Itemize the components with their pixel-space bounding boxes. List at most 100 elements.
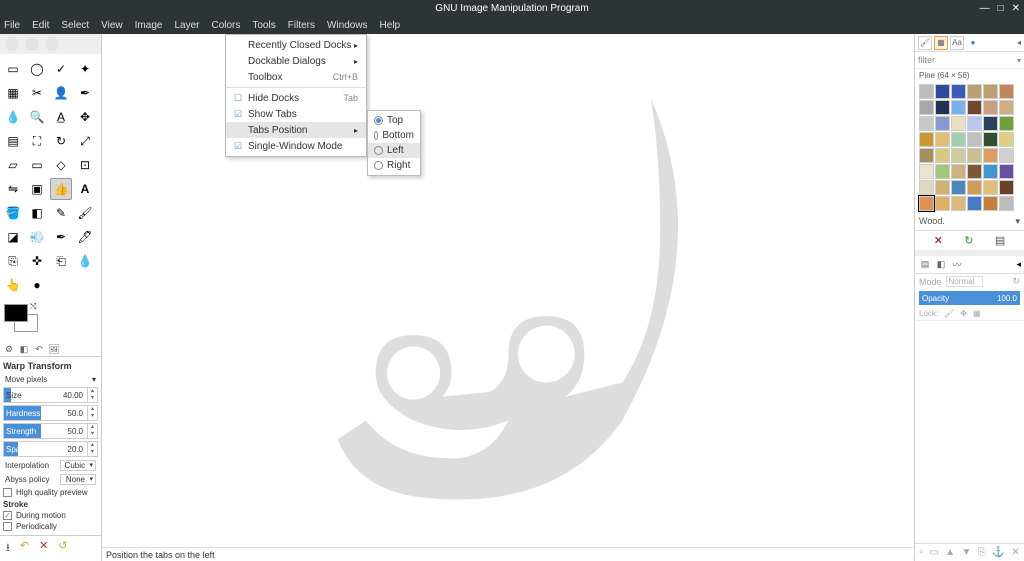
save-preset-icon[interactable]: ⭳ [6,539,10,558]
pattern-swatch[interactable] [967,196,982,211]
pattern-swatch[interactable] [967,132,982,147]
menu-file[interactable]: File [4,20,20,31]
periodically-checkbox[interactable]: Periodically [3,522,98,531]
pattern-filter[interactable]: filter ▾ [915,52,1024,69]
menu-view[interactable]: View [101,20,123,31]
pattern-swatch[interactable] [967,164,982,179]
tool-color-picker[interactable]: 💧 [2,106,24,128]
menu-dockable-dialogs[interactable]: Dockable Dialogs [226,53,366,69]
strength-slider[interactable]: Strength 50.0 ▴▾ [3,423,98,439]
pattern-swatch[interactable] [935,164,950,179]
tabs-position-top[interactable]: Top [368,113,420,128]
close-button[interactable]: ✕ [1012,3,1020,14]
pattern-swatch[interactable] [983,148,998,163]
pattern-swatch[interactable] [999,100,1014,115]
maximize-button[interactable]: □ [998,3,1004,14]
pattern-swatch[interactable] [983,180,998,195]
tool-rect-select[interactable]: ▭ [2,58,24,80]
pattern-swatch[interactable] [919,196,934,211]
minimize-button[interactable]: — [980,3,990,14]
tool-dodge[interactable]: ● [26,274,48,296]
menu-edit[interactable]: Edit [32,20,49,31]
foreground-color-swatch[interactable] [4,304,28,322]
menu-filters[interactable]: Filters [288,20,315,31]
restore-preset-icon[interactable]: ↶ [20,539,29,558]
menu-tools[interactable]: Tools [252,20,275,31]
pattern-swatch[interactable] [919,180,934,195]
tabs-position-left[interactable]: Left [368,143,420,158]
tool-by-color[interactable]: ▦ [2,82,24,104]
pattern-swatch[interactable] [935,84,950,99]
swap-colors-icon[interactable]: ⤭ [30,302,36,312]
pattern-swatch[interactable] [999,196,1014,211]
refresh-patterns-icon[interactable]: ↻ [964,234,973,247]
tabs-position-right[interactable]: Right [368,158,420,173]
anchor-layer-icon[interactable]: ⚓ [992,547,1004,558]
size-slider[interactable]: Size 40.00 ▴▾ [3,387,98,403]
pattern-swatch[interactable] [999,180,1014,195]
tab-paths[interactable]: 〰 [950,258,964,272]
pattern-swatch[interactable] [951,196,966,211]
menu-tabs-position[interactable]: Tabs Position [226,122,366,138]
pattern-swatch[interactable] [967,84,982,99]
during-motion-checkbox[interactable]: ✓During motion [3,511,98,520]
pattern-swatch[interactable] [967,116,982,131]
pattern-swatch[interactable] [951,100,966,115]
layers-menu-icon[interactable]: ◂ [1016,259,1021,270]
tool-smudge[interactable]: 👆 [2,274,24,296]
pattern-swatch[interactable] [919,84,934,99]
delete-layer-icon[interactable]: ✕ [1011,547,1019,558]
menu-recently-closed-docks[interactable]: Recently Closed Docks [226,37,366,53]
tool-move[interactable]: ✥ [74,106,96,128]
pattern-swatch[interactable] [983,196,998,211]
tab-images[interactable]: 🖼 [47,342,61,356]
tabs-position-bottom[interactable]: Bottom [368,128,420,143]
tool-flip[interactable]: ⇋ [2,178,24,200]
pattern-swatch[interactable] [999,164,1014,179]
tool-eraser[interactable]: ◪ [2,226,24,248]
menu-layer[interactable]: Layer [174,20,199,31]
open-pattern-icon[interactable]: ▤ [995,234,1005,247]
pattern-swatch[interactable] [935,116,950,131]
pattern-swatch[interactable] [967,148,982,163]
pattern-swatch[interactable] [983,100,998,115]
canvas-area[interactable]: Position the tabs on the left [102,34,914,561]
tool-pencil[interactable]: ✎ [50,202,72,224]
pattern-swatch[interactable] [919,132,934,147]
lower-layer-icon[interactable]: ▼ [962,547,972,558]
duplicate-layer-icon[interactable]: ⎘ [978,547,986,558]
tool-clone[interactable]: ⎘ [2,250,24,272]
tool-scale[interactable]: ⤢ [74,130,96,152]
tool-unified[interactable]: ◇ [50,154,72,176]
tab-patterns[interactable]: ▦ [934,36,948,50]
raise-layer-icon[interactable]: ▲ [945,547,955,558]
tool-rotate[interactable]: ↻ [50,130,72,152]
layer-group-icon[interactable]: ▭ [929,547,938,558]
tool-measure[interactable]: A̲ [50,106,72,128]
tab-fonts[interactable]: Aa [950,36,964,50]
pattern-swatch[interactable] [935,180,950,195]
tool-paths[interactable]: ✒ [74,82,96,104]
pattern-swatch[interactable] [983,132,998,147]
tool-foreground[interactable]: 👤 [50,82,72,104]
pattern-swatch[interactable] [967,180,982,195]
menu-image[interactable]: Image [135,20,163,31]
tab-tool-options[interactable]: ⚙ [2,342,16,356]
menu-hide-docks[interactable]: ☐Hide Docks Tab [226,90,366,106]
lock-position-icon[interactable]: ✥ [960,309,967,318]
pattern-swatch[interactable] [919,148,934,163]
pattern-swatch[interactable] [999,132,1014,147]
tool-paintbrush[interactable]: 🖌 [74,202,96,224]
lock-alpha-icon[interactable]: ▦ [973,309,981,318]
menu-colors[interactable]: Colors [211,20,240,31]
abyss-select[interactable]: Abyss policy None [3,474,98,485]
pattern-swatch[interactable] [999,84,1014,99]
tool-bucket[interactable]: 🪣 [2,202,24,224]
tool-heal[interactable]: ✜ [26,250,48,272]
tool-text[interactable]: A [74,178,96,200]
hq-preview-checkbox[interactable]: High quality preview [3,488,98,497]
mode-select[interactable]: Normal [946,276,984,287]
lock-pixels-icon[interactable]: 🖌 [944,309,954,318]
pattern-swatch[interactable] [951,132,966,147]
dock-menu-icon[interactable]: ◂ [1017,38,1021,47]
